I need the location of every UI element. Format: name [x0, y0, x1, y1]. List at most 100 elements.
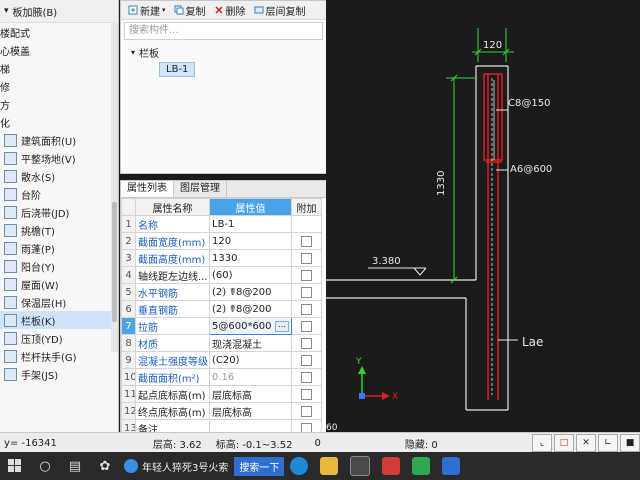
- tree-item[interactable]: 建筑面积(U): [0, 131, 118, 149]
- tree-item[interactable]: 梯: [0, 59, 118, 77]
- tie-label: A6@600: [510, 164, 552, 175]
- property-row[interactable]: 8 材质 现浇混凝土: [121, 334, 322, 352]
- property-value[interactable]: 1330: [209, 249, 292, 267]
- tree-item[interactable]: 化: [0, 113, 118, 131]
- tree-item[interactable]: 挑檐(T): [0, 221, 118, 239]
- property-value-text: 现浇混凝土: [212, 339, 262, 351]
- tab-layer-management[interactable]: 图层管理: [174, 181, 227, 197]
- tree-item[interactable]: 散水(S): [0, 167, 118, 185]
- close-icon[interactable]: ✕: [576, 434, 596, 452]
- tree-item-label: 手架(JS): [21, 370, 59, 382]
- tree-item[interactable]: 雨蓬(P): [0, 239, 118, 257]
- tree-item[interactable]: 后浇带(JD): [0, 203, 118, 221]
- property-row[interactable]: 5 水平钢筋 (2) ☤8@200: [121, 283, 322, 301]
- extra-checkbox[interactable]: [301, 388, 312, 400]
- property-value[interactable]: (60): [209, 266, 292, 284]
- snap-icon[interactable]: □: [554, 434, 574, 452]
- tree-item[interactable]: 压顶(YD): [0, 329, 118, 347]
- property-value[interactable]: (2) ☤8@200: [209, 283, 292, 301]
- property-row[interactable]: 10 截面面积(m²) 0.16: [121, 368, 322, 386]
- property-row[interactable]: 7 拉筋 5@600*600 ⋯: [121, 317, 322, 335]
- tree-item[interactable]: 修: [0, 77, 118, 95]
- tree-item[interactable]: 手架(JS): [0, 365, 118, 383]
- extra-checkbox[interactable]: [301, 303, 312, 315]
- copy-label: 复制: [185, 6, 206, 18]
- property-value[interactable]: (2) ☤8@200: [209, 300, 292, 318]
- floor-copy-button[interactable]: 层间复制: [251, 2, 309, 18]
- extra-checkbox[interactable]: [301, 354, 312, 366]
- tree-item[interactable]: 屋面(W): [0, 275, 118, 293]
- property-value[interactable]: LB-1: [209, 215, 292, 233]
- component-type-icon: [4, 241, 17, 255]
- expand-icon[interactable]: ▾: [131, 48, 135, 57]
- extra-checkbox[interactable]: [301, 371, 312, 383]
- ellipsis-button[interactable]: ⋯: [275, 320, 289, 332]
- extra-checkbox[interactable]: [301, 405, 312, 417]
- new-button[interactable]: 新建 ▾: [125, 2, 169, 18]
- layer-icon[interactable]: ■: [620, 434, 640, 452]
- tab-property-list[interactable]: 属性列表: [121, 181, 174, 197]
- property-row[interactable]: 9 混凝土强度等级 (C20): [121, 351, 322, 369]
- tree-item[interactable]: 保温层(H): [0, 293, 118, 311]
- axis-y-label: Y: [355, 357, 362, 367]
- extra-checkbox[interactable]: [301, 235, 312, 247]
- property-row[interactable]: 6 垂直钢筋 (2) ☤8@200: [121, 300, 322, 318]
- row-number: 5: [121, 283, 136, 301]
- extra-checkbox[interactable]: [301, 337, 312, 349]
- property-value[interactable]: 层底标高: [209, 402, 292, 420]
- ortho-icon[interactable]: ⌞: [532, 434, 552, 452]
- property-value[interactable]: 层底标高: [209, 385, 292, 403]
- tree-item-label: 建筑面积(U): [21, 136, 77, 148]
- property-row[interactable]: 4 轴线距左边线... (60): [121, 266, 322, 284]
- property-row[interactable]: 2 截面宽度(mm) 120: [121, 232, 322, 250]
- property-value[interactable]: 0.16: [209, 368, 292, 386]
- tree-item[interactable]: 栏杆扶手(G): [0, 347, 118, 365]
- property-value[interactable]: 现浇混凝土: [209, 334, 292, 352]
- property-row[interactable]: 11 起点底标高(m) 层底标高: [121, 385, 322, 403]
- tree-item-label: 台阶: [21, 190, 41, 202]
- taskbar-search-button[interactable]: 搜索一下: [234, 456, 285, 476]
- tree-scrollbar[interactable]: [111, 22, 118, 352]
- tree-item[interactable]: 栏板(K): [0, 311, 118, 329]
- tree-item[interactable]: 方: [0, 95, 118, 113]
- property-row[interactable]: 3 截面高度(mm) 1330: [121, 249, 322, 267]
- property-row[interactable]: 12 终点底标高(m) 层底标高: [121, 402, 322, 420]
- tree-item[interactable]: 心模盖: [0, 41, 118, 59]
- app-icon-green[interactable]: [412, 457, 431, 475]
- cad-viewport[interactable]: 120 C8@150 A6@600 1330 3.380 Lae Y X 60: [326, 0, 640, 432]
- delete-button[interactable]: 删除: [211, 2, 249, 18]
- component-search-input[interactable]: 搜索构件...: [124, 22, 323, 40]
- component-type-icon: [4, 151, 17, 165]
- app-icon-blue[interactable]: [442, 457, 461, 475]
- property-value[interactable]: (C20): [209, 351, 292, 369]
- tree-item[interactable]: 楼配式: [0, 23, 118, 41]
- component-type-icon: [4, 277, 17, 291]
- tree-item[interactable]: 台阶: [0, 185, 118, 203]
- search-icon[interactable]: ○: [36, 457, 54, 475]
- extra-checkbox[interactable]: [301, 286, 312, 298]
- component-item-lb-1[interactable]: LB-1: [159, 62, 196, 77]
- tree-item[interactable]: 平整场地(V): [0, 149, 118, 167]
- dimension-icon[interactable]: ∟: [598, 434, 618, 452]
- copy-button[interactable]: 复制: [171, 2, 209, 18]
- tree-item-label: 雨蓬(P): [21, 244, 55, 256]
- component-group[interactable]: ▾ 栏板: [131, 44, 316, 60]
- news-widget[interactable]: 年轻人猝死3号火索: [124, 459, 228, 474]
- property-row[interactable]: 1 名称 LB-1: [121, 215, 322, 233]
- extra-checkbox[interactable]: [301, 252, 312, 264]
- extra-checkbox[interactable]: [301, 269, 312, 281]
- file-explorer-icon[interactable]: [320, 457, 339, 475]
- collapse-icon[interactable]: ▾: [4, 6, 9, 16]
- tree-item[interactable]: 阳台(Y): [0, 257, 118, 275]
- start-icon[interactable]: [6, 457, 24, 475]
- app-icon-red[interactable]: [382, 457, 401, 475]
- property-value[interactable]: 120: [209, 232, 292, 250]
- property-value[interactable]: 5@600*600 ⋯: [209, 317, 292, 335]
- store-icon[interactable]: [350, 456, 371, 476]
- component-type-icon: [4, 313, 17, 327]
- extra-checkbox[interactable]: [301, 320, 312, 332]
- fan-icon[interactable]: ✿: [96, 457, 114, 475]
- tree-header[interactable]: ▾ 板加腋(B): [0, 0, 118, 23]
- edge-browser-icon[interactable]: [290, 457, 309, 475]
- task-view-icon[interactable]: ▤: [66, 457, 84, 475]
